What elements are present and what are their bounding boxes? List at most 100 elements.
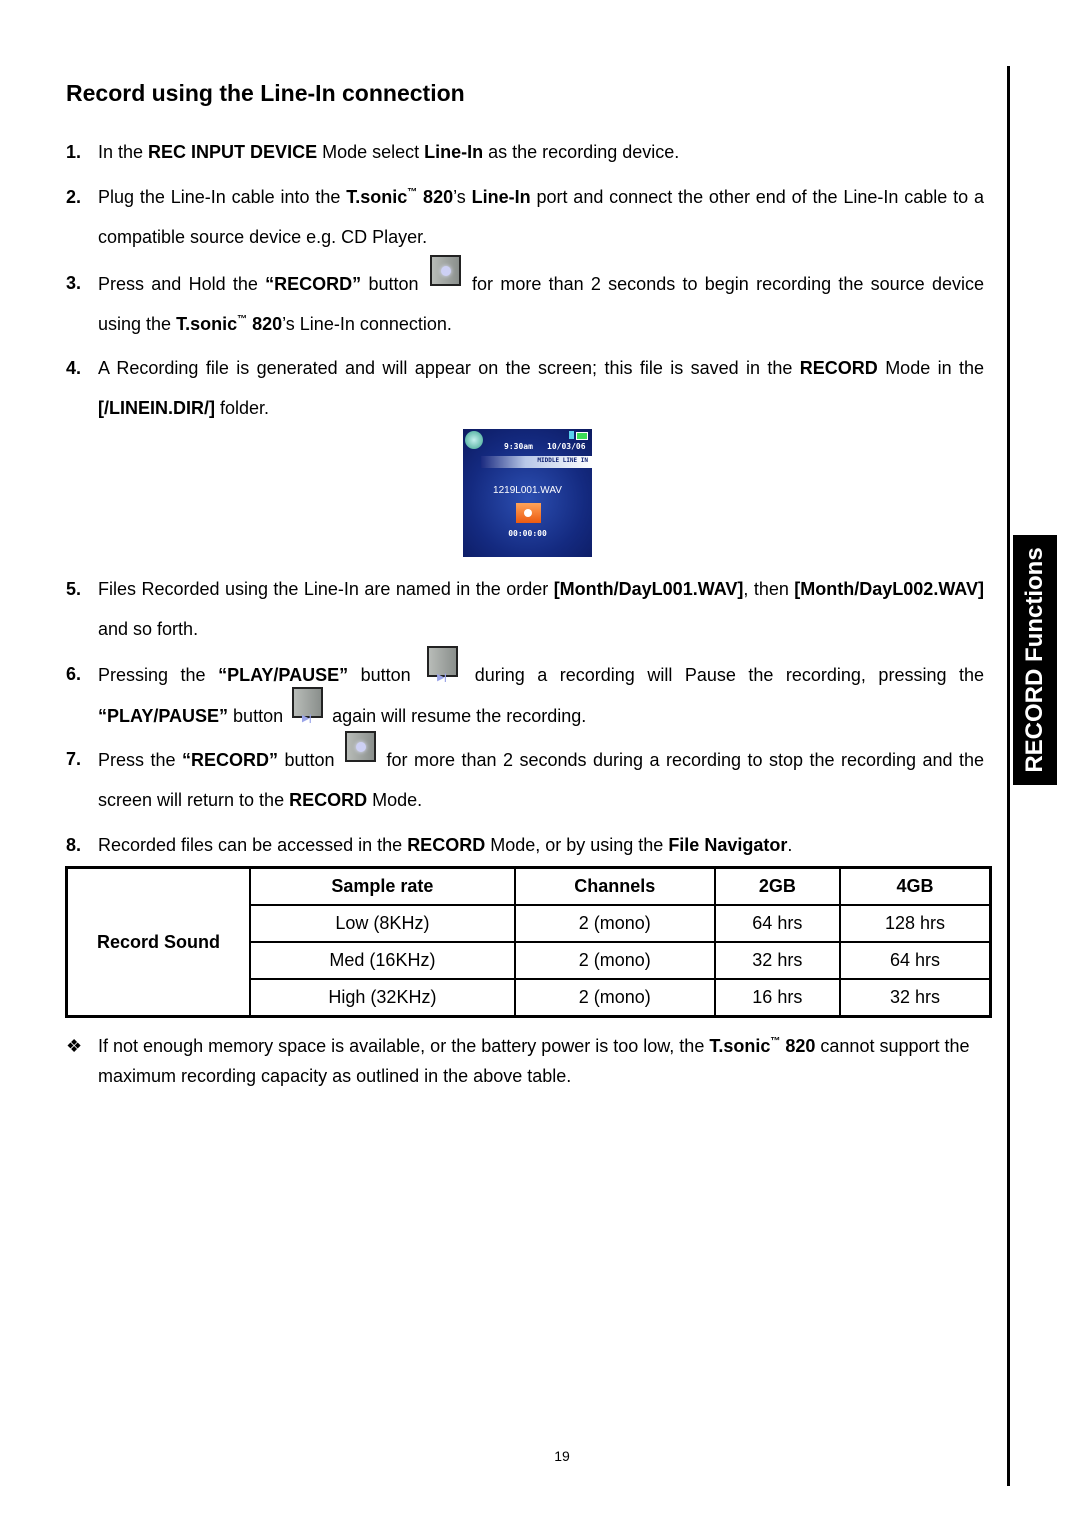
recording-capacity-table: Record Sound Sample rate Channels 2GB 4G… xyxy=(65,866,992,1018)
device-screen-image: 9:30am 10/03/06 MIDDLE LINE IN 1219L001.… xyxy=(463,429,592,557)
filename-pattern: [Month/DayL001.WAV] xyxy=(553,579,744,599)
folder-name: [/LINEIN.DIR/] xyxy=(98,398,215,418)
text: In the xyxy=(98,142,149,162)
port-name: Line-In xyxy=(471,187,531,207)
table-cell: 64 hrs xyxy=(838,941,992,980)
play-pause-button-icon: ▶| xyxy=(292,687,324,723)
column-header: 4GB xyxy=(838,866,992,906)
page-title: Record using the Line-In connection xyxy=(66,80,465,106)
step-number: 3. xyxy=(66,273,82,293)
mode-name: RECORD xyxy=(289,790,368,810)
text: button xyxy=(228,706,284,726)
record-indicator-icon xyxy=(516,503,541,523)
text: during a recording will Pause the record… xyxy=(474,665,985,685)
battery-icon xyxy=(576,432,588,440)
text: Press and Hold the xyxy=(98,274,266,294)
button-name: “RECORD” xyxy=(265,274,362,294)
mode-name: RECORD xyxy=(799,358,878,378)
step-8: 8. Recorded files can be accessed in the… xyxy=(66,825,984,865)
text: button xyxy=(348,665,411,685)
text: button xyxy=(361,274,419,294)
filename-pattern: [Month/DayL002.WAV] xyxy=(794,579,984,599)
text: Mode. xyxy=(367,790,423,810)
product-name: T.sonic xyxy=(346,187,408,207)
text: Press the xyxy=(98,750,182,770)
table-cell: 2 (mono) xyxy=(513,904,716,943)
screen-counter: 00:00:00 xyxy=(508,529,547,538)
device-name: Line-In xyxy=(424,142,484,162)
text: ’s xyxy=(453,187,472,207)
product-model: 820 xyxy=(780,1036,816,1056)
row-header: Record Sound xyxy=(65,866,251,1018)
table-cell: 32 hrs xyxy=(838,978,992,1018)
text: as the recording device. xyxy=(483,142,680,162)
margin-rule xyxy=(1007,66,1010,1486)
record-button-icon xyxy=(429,255,461,286)
step-number: 1. xyxy=(66,142,82,162)
step-5: 5. Files Recorded using the Line-In are … xyxy=(66,569,984,649)
screen-time: 9:30am xyxy=(504,442,533,451)
text: ’s Line-In connection. xyxy=(282,314,452,334)
text: again will resume the recording. xyxy=(332,706,587,726)
text: Mode select xyxy=(317,142,425,162)
trademark: ™ xyxy=(237,314,248,325)
product-model: 820 xyxy=(247,314,283,334)
play-pause-button-icon: ▶| xyxy=(427,646,459,682)
table-header-row: Record Sound Sample rate Channels 2GB 4G… xyxy=(65,866,992,1018)
table-cell: 32 hrs xyxy=(713,941,841,980)
step-number: 8. xyxy=(66,835,82,855)
step-3: 3. Press and Hold the “RECORD” button fo… xyxy=(66,255,984,344)
step-1: 1. In the REC INPUT DEVICE Mode select L… xyxy=(66,132,984,172)
table-cell: 16 hrs xyxy=(713,978,841,1018)
microphone-icon xyxy=(465,431,483,449)
column-header: 2GB xyxy=(713,866,841,906)
text: button xyxy=(278,750,335,770)
table-cell: Med (16KHz) xyxy=(249,941,516,980)
step-number: 6. xyxy=(66,664,82,684)
lock-icon xyxy=(569,431,574,439)
trademark: ™ xyxy=(770,1036,781,1047)
product-model: 820 xyxy=(417,187,454,207)
table-cell: 64 hrs xyxy=(713,904,841,943)
record-button-icon xyxy=(345,731,377,762)
step-2: 2. Plug the Line-In cable into the T.son… xyxy=(66,177,984,257)
table-cell: Low (8KHz) xyxy=(249,904,516,943)
button-name: “PLAY/PAUSE” xyxy=(98,706,229,726)
text: Pressing the xyxy=(98,665,219,685)
column-header: Channels xyxy=(513,866,716,906)
text: Plug the Line-In cable into the xyxy=(98,187,347,207)
note: ❖ If not enough memory space is availabl… xyxy=(66,1031,984,1091)
table-cell: 2 (mono) xyxy=(513,978,716,1018)
button-name: “PLAY/PAUSE” xyxy=(218,665,349,685)
text: , then xyxy=(743,579,795,599)
page-number: 19 xyxy=(554,1448,570,1464)
product-name: T.sonic xyxy=(709,1036,771,1056)
product-name: T.sonic xyxy=(176,314,238,334)
text: A Recording file is generated and will a… xyxy=(98,358,800,378)
table-cell: 128 hrs xyxy=(838,904,992,943)
table-cell: High (32KHz) xyxy=(249,978,516,1018)
step-6: 6. Pressing the “PLAY/PAUSE” button ▶| d… xyxy=(66,646,985,736)
step-number: 5. xyxy=(66,579,82,599)
feature-name: File Navigator xyxy=(668,835,788,855)
text: Files Recorded using the Line-In are nam… xyxy=(98,579,554,599)
diamond-bullet-icon: ❖ xyxy=(66,1036,83,1056)
text: Mode in the xyxy=(877,358,985,378)
mode-name: RECORD xyxy=(407,835,486,855)
mode-name: REC INPUT DEVICE xyxy=(148,142,318,162)
section-tab: RECORD Functions xyxy=(1013,535,1057,785)
table-cell: 2 (mono) xyxy=(513,941,716,980)
screen-mode: MIDDLE LINE IN xyxy=(537,457,588,464)
step-7: 7. Press the “RECORD” button for more th… xyxy=(66,731,984,820)
screen-date: 10/03/06 xyxy=(547,442,586,451)
step-number: 4. xyxy=(66,358,82,378)
column-header: Sample rate xyxy=(249,866,516,906)
text: and so forth. xyxy=(98,619,199,639)
button-name: “RECORD” xyxy=(181,750,278,770)
step-4: 4. A Recording file is generated and wil… xyxy=(66,348,984,428)
text: Recorded files can be accessed in the xyxy=(98,835,408,855)
text: If not enough memory space is available,… xyxy=(98,1036,710,1056)
text: Mode, or by using the xyxy=(485,835,669,855)
text: . xyxy=(787,835,793,855)
section-tab-label: RECORD Functions xyxy=(1021,547,1048,773)
